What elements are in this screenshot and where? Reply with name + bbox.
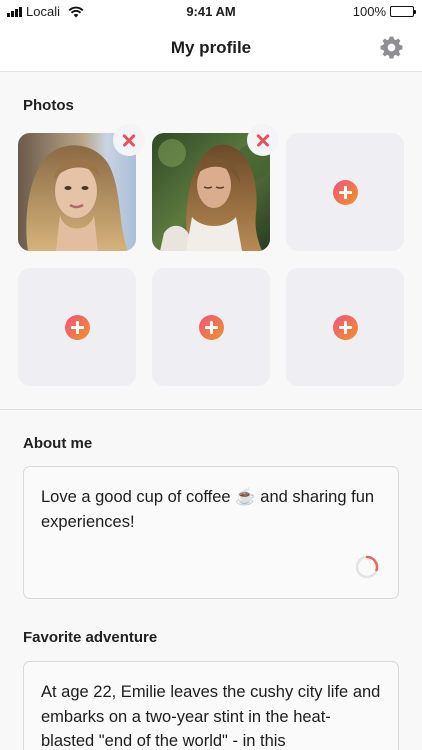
about-text: Love a good cup of coffee ☕ and sharing … — [41, 488, 375, 531]
plus-circle-icon[interactable] — [333, 180, 358, 205]
gear-icon[interactable] — [379, 35, 404, 60]
spinner-icon — [355, 555, 379, 579]
adventure-section-title: Favorite adventure — [23, 629, 158, 646]
adventure-text: At age 22, Emilie leaves the cushy city … — [41, 683, 381, 750]
battery-icon — [390, 6, 416, 17]
about-text-area[interactable]: Love a good cup of coffee ☕ and sharing … — [23, 466, 399, 599]
plus-circle-icon[interactable] — [333, 315, 358, 340]
about-section-title: About me — [23, 435, 93, 452]
plus-circle-icon[interactable] — [199, 315, 224, 340]
empty-photo-slot-3[interactable] — [286, 133, 404, 251]
photo-tile-1[interactable] — [18, 124, 145, 251]
navigation-bar: My profile — [0, 22, 422, 72]
status-bar: Locali 9:41 AM 100% — [0, 0, 422, 22]
remove-photo-1-button[interactable] — [113, 124, 145, 156]
empty-photo-slot-4[interactable] — [18, 268, 136, 386]
page-title: My profile — [170, 38, 252, 57]
section-divider — [0, 409, 422, 410]
battery-percentage: 100% — [352, 4, 386, 19]
photo-tile-2[interactable] — [152, 124, 279, 251]
remove-photo-2-button[interactable] — [247, 124, 279, 156]
plus-circle-icon[interactable] — [65, 315, 90, 340]
empty-photo-slot-6[interactable] — [286, 268, 404, 386]
photos-section-title: Photos — [23, 97, 74, 114]
adventure-text-area[interactable]: At age 22, Emilie leaves the cushy city … — [23, 661, 399, 750]
empty-photo-slot-5[interactable] — [152, 268, 270, 386]
